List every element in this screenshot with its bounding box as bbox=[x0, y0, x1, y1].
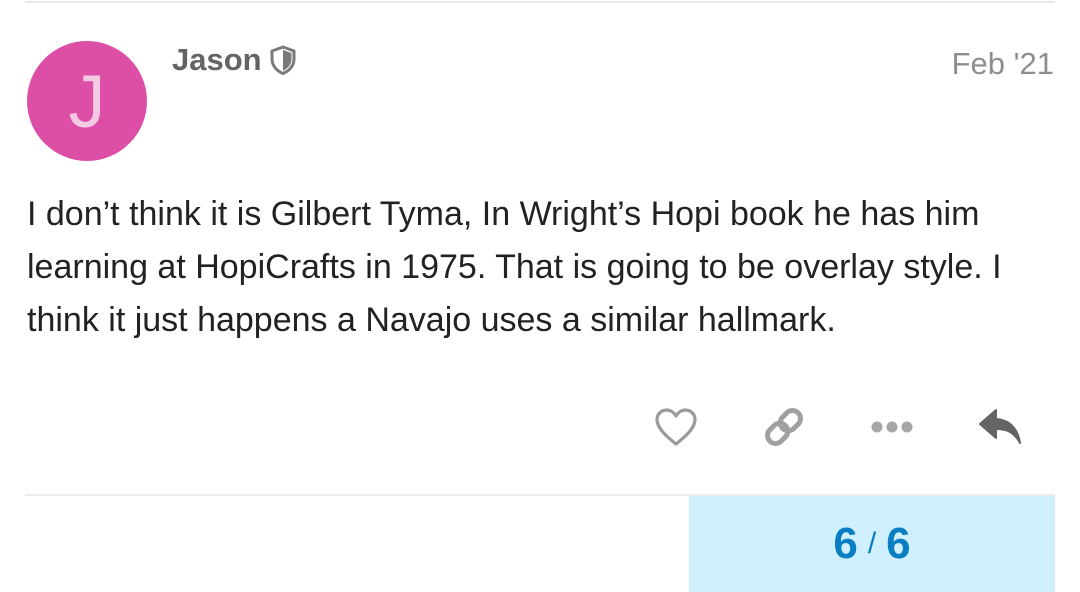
heart-icon bbox=[653, 406, 699, 453]
progress-total: 6 bbox=[886, 519, 911, 568]
avatar-letter: J bbox=[68, 60, 106, 143]
copy-link-button[interactable] bbox=[759, 404, 809, 454]
avatar[interactable]: J bbox=[27, 41, 147, 161]
post-body: I don’t think it is Gilbert Tyma, In Wri… bbox=[27, 195, 1002, 339]
reply-button[interactable] bbox=[975, 404, 1025, 454]
like-button[interactable] bbox=[651, 404, 701, 454]
post-date[interactable]: Feb '21 bbox=[952, 46, 1054, 82]
shield-icon bbox=[270, 45, 296, 75]
author-name[interactable]: Jason bbox=[172, 42, 262, 78]
progress-separator: / bbox=[867, 527, 877, 560]
top-divider bbox=[25, 1, 1055, 3]
post-author: Jason bbox=[172, 42, 296, 78]
ellipsis-icon bbox=[870, 420, 914, 439]
progress-current: 6 bbox=[833, 519, 858, 568]
more-actions-button[interactable] bbox=[867, 404, 917, 454]
link-icon bbox=[760, 403, 808, 456]
topic-post-view: J Jason Feb '21 I don’t think it is Gilb… bbox=[0, 0, 1080, 592]
topic-progress[interactable]: 6 / 6 bbox=[689, 496, 1055, 592]
post-actions bbox=[0, 400, 1080, 456]
reply-icon bbox=[976, 406, 1024, 453]
